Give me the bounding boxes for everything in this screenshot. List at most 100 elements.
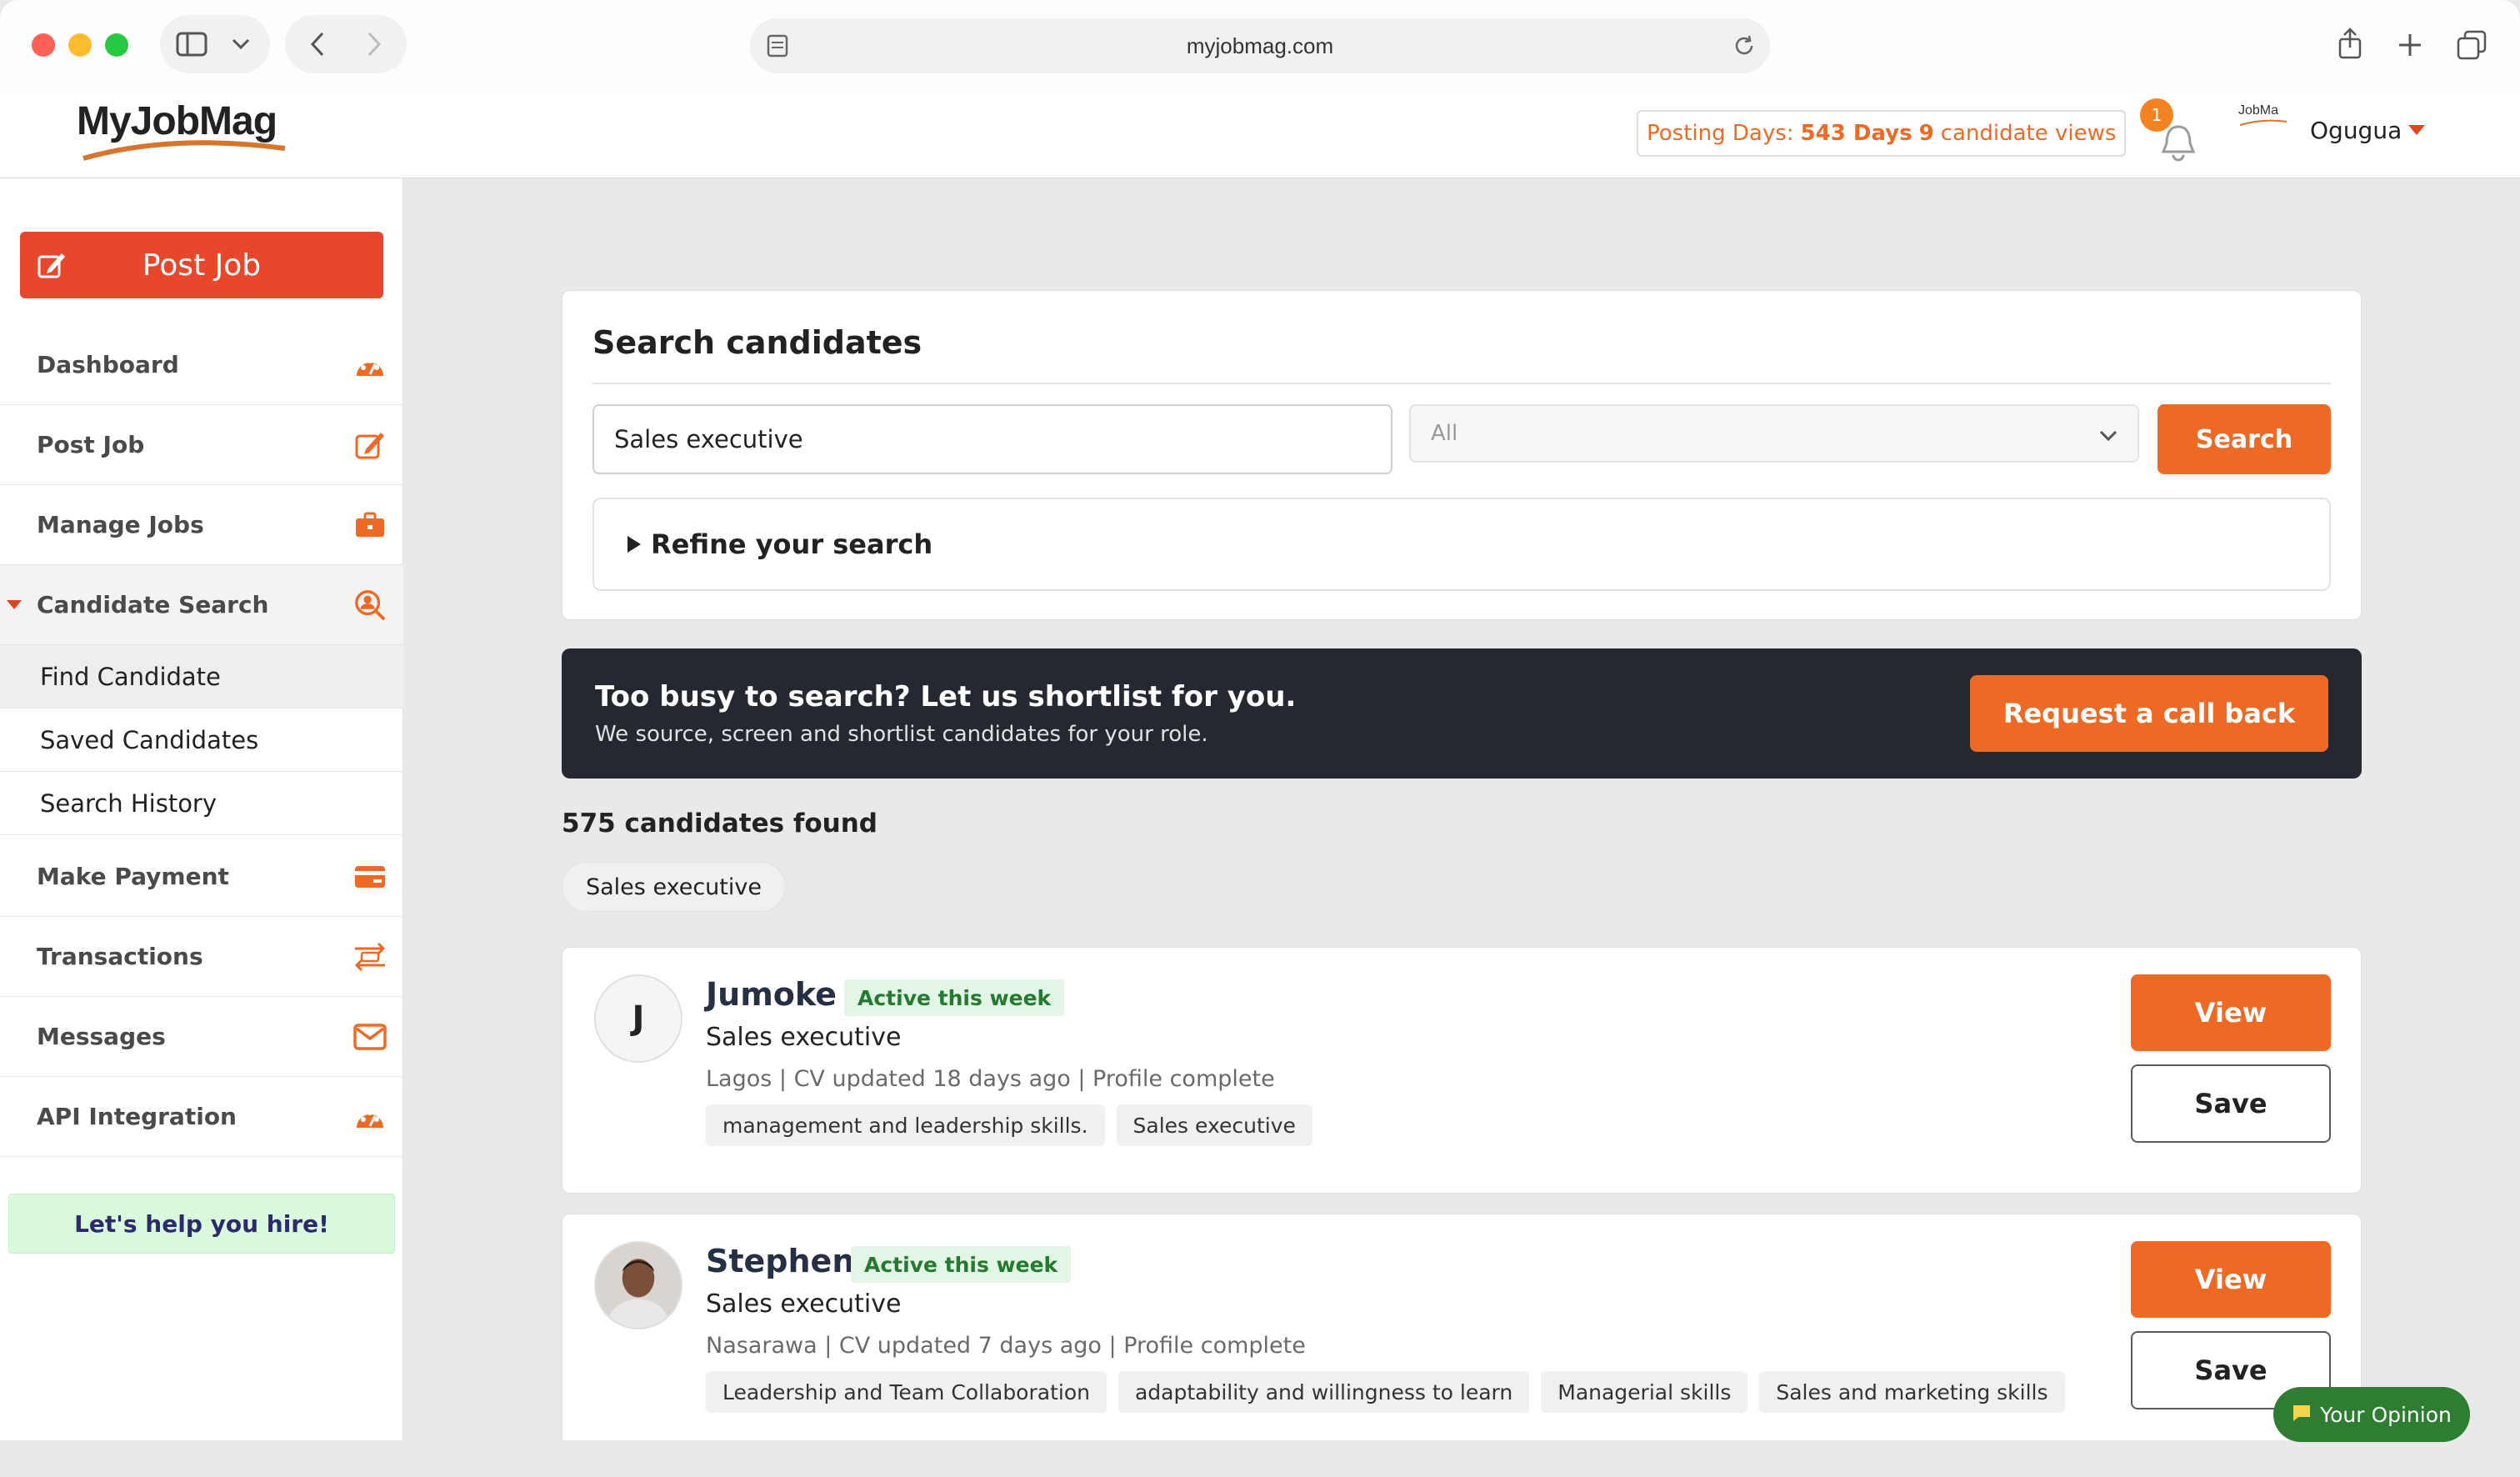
- back-arrow-icon[interactable]: [303, 30, 332, 58]
- browser-chrome: myjobmag.com: [0, 0, 2520, 92]
- chevron-down-icon: [2099, 423, 2118, 448]
- dashboard-gauge-icon: [353, 348, 387, 382]
- sidebar-item-label: Post Job: [37, 431, 145, 458]
- sidebar-item-label: Make Payment: [37, 863, 229, 890]
- banner-title: Too busy to search? Let us shortlist for…: [595, 680, 1297, 713]
- feedback-button[interactable]: Your Opinion: [2273, 1387, 2470, 1442]
- activity-badge: Active this week: [844, 979, 1065, 1016]
- skill-tag: Managerial skills: [1541, 1371, 1748, 1413]
- sidebar-subitem-label: Saved Candidates: [40, 725, 259, 754]
- close-window-button[interactable]: [32, 33, 55, 57]
- post-job-button[interactable]: Post Job: [20, 232, 383, 298]
- sidebar-item-label: API Integration: [37, 1103, 237, 1130]
- sidebar-item-messages[interactable]: Messages: [0, 997, 403, 1077]
- skill-tag: Leadership and Team Collaboration: [706, 1371, 1107, 1413]
- avatar-photo-icon: [596, 1243, 681, 1328]
- view-button[interactable]: View: [2131, 1241, 2331, 1318]
- avatar: [594, 1241, 682, 1329]
- candidate-meta: Nasarawa | CV updated 7 days ago | Profi…: [706, 1333, 1306, 1359]
- envelope-icon: [353, 1020, 387, 1054]
- user-name[interactable]: Ogugua: [2310, 117, 2402, 144]
- banner-subtitle: We source, screen and shortlist candidat…: [595, 722, 1208, 747]
- activity-badge: Active this week: [851, 1246, 1072, 1283]
- category-select-value: All: [1431, 421, 1458, 446]
- search-candidates-card: Search candidates Sales executive All Se…: [562, 290, 2362, 620]
- user-search-icon: [353, 588, 387, 622]
- chevron-down-icon[interactable]: [227, 33, 255, 55]
- active-filter-chip[interactable]: Sales executive: [562, 862, 786, 912]
- sidebar-subitem-label: Find Candidate: [40, 662, 221, 691]
- skill-tag: adaptability and willingness to learn: [1118, 1371, 1530, 1413]
- sidebar-item-transactions[interactable]: Transactions: [0, 917, 403, 997]
- avatar: J: [594, 974, 682, 1063]
- sidebar-item-label: Transactions: [37, 943, 203, 970]
- reload-icon[interactable]: [1730, 32, 1758, 60]
- zoom-window-button[interactable]: [105, 33, 128, 57]
- address-bar[interactable]: myjobmag.com: [750, 18, 1770, 73]
- shortlist-banner: Too busy to search? Let us shortlist for…: [562, 648, 2362, 779]
- logo-swoosh-icon: [82, 140, 286, 161]
- edit-icon: [37, 250, 67, 288]
- search-button[interactable]: Search: [2158, 404, 2331, 474]
- post-job-button-label: Post Job: [142, 248, 262, 283]
- sidebar-item-api-integration[interactable]: API Integration: [0, 1077, 403, 1157]
- candidate-card: J Jumoke Active this week Sales executiv…: [562, 947, 2362, 1194]
- credit-card-icon: [353, 860, 387, 894]
- posting-days-value: 543 Days: [1800, 121, 1912, 146]
- site-header: MyJobMag Posting Days: 543 Days 9 candid…: [0, 92, 2520, 178]
- sidebar-item-candidate-search[interactable]: Candidate Search: [0, 565, 403, 645]
- posting-days-box: Posting Days: 543 Days 9 candidate views: [1637, 110, 2127, 157]
- sidebar-subitem-label: Search History: [40, 789, 218, 818]
- feedback-label: Your Opinion: [2320, 1402, 2452, 1427]
- candidate-role: Sales executive: [706, 1289, 902, 1319]
- new-tab-icon[interactable]: [2393, 28, 2427, 62]
- candidate-name[interactable]: Stephen: [706, 1243, 854, 1279]
- category-select[interactable]: All: [1409, 404, 2139, 463]
- url-text: myjobmag.com: [1186, 33, 1334, 58]
- tab-overview-icon[interactable]: [2453, 27, 2490, 63]
- forward-arrow-icon[interactable]: [360, 30, 388, 58]
- request-callback-button[interactable]: Request a call back: [1970, 675, 2328, 752]
- candidate-name[interactable]: Jumoke: [706, 976, 837, 1013]
- candidate-views-label: candidate views: [1940, 121, 2117, 146]
- search-input[interactable]: Sales executive: [592, 404, 1392, 474]
- sidebar-item-label: Manage Jobs: [37, 511, 204, 538]
- sidebar-item-manage-jobs[interactable]: Manage Jobs: [0, 485, 403, 565]
- sidebar-item-label: Dashboard: [37, 351, 179, 378]
- dashboard-gauge-icon: [353, 1100, 387, 1134]
- page-bottom-edge: [0, 1440, 2520, 1477]
- sidebar: Post Job Dashboard Post Job Manage Jobs …: [0, 178, 403, 1477]
- view-button[interactable]: View: [2131, 974, 2331, 1051]
- comment-icon: [2292, 1403, 2312, 1427]
- sidebar-subitem-search-history[interactable]: Search History: [0, 772, 403, 835]
- save-button[interactable]: Save: [2131, 1064, 2331, 1143]
- edit-icon: [353, 428, 387, 462]
- sidebar-item-label: Messages: [37, 1023, 166, 1050]
- help-hire-link[interactable]: Let's help you hire!: [8, 1194, 395, 1254]
- skills-list: management and leadership skills. Sales …: [706, 1104, 1312, 1146]
- briefcase-icon: [353, 508, 387, 542]
- search-title: Search candidates: [592, 324, 922, 361]
- company-logo-text: JobMa: [2238, 103, 2279, 118]
- skill-tag: management and leadership skills.: [706, 1104, 1105, 1146]
- divider: [592, 383, 2331, 384]
- results-count: 575 candidates found: [562, 809, 878, 839]
- sidebar-item-label: Candidate Search: [37, 591, 269, 618]
- company-logo[interactable]: JobMa: [2238, 103, 2288, 127]
- sidebar-subitem-saved-candidates[interactable]: Saved Candidates: [0, 708, 403, 772]
- refine-search-toggle[interactable]: Refine your search: [592, 498, 2331, 591]
- candidate-views-count: 9: [1918, 121, 1934, 146]
- sidebar-subitem-find-candidate[interactable]: Find Candidate: [0, 645, 403, 708]
- minimize-window-button[interactable]: [68, 33, 92, 57]
- sidebar-toggle-icon[interactable]: [175, 30, 208, 58]
- sidebar-item-make-payment[interactable]: Make Payment: [0, 837, 403, 917]
- exchange-icon: [353, 940, 387, 974]
- triangle-right-icon: [628, 536, 641, 553]
- skills-list: Leadership and Team Collaboration adapta…: [706, 1371, 2065, 1413]
- share-icon[interactable]: [2333, 25, 2367, 62]
- candidate-meta: Lagos | CV updated 18 days ago | Profile…: [706, 1066, 1275, 1092]
- refine-search-label: Refine your search: [651, 528, 933, 560]
- user-menu-caret-icon[interactable]: [2408, 125, 2425, 135]
- sidebar-item-post-job[interactable]: Post Job: [0, 405, 403, 485]
- sidebar-item-dashboard[interactable]: Dashboard: [0, 325, 403, 405]
